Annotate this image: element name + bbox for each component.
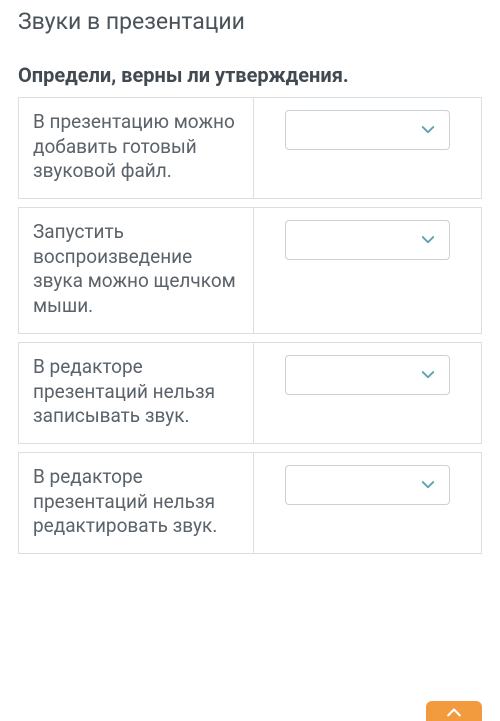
chevron-down-icon (419, 366, 437, 384)
statement-text: В редакторе презентаций нельзя редактиро… (19, 453, 254, 553)
answer-select[interactable] (285, 465, 450, 505)
answer-cell (254, 98, 481, 198)
chevron-down-icon (419, 121, 437, 139)
statement-text: В редакторе презентаций нельзя записыват… (19, 343, 254, 443)
answer-cell (254, 343, 481, 443)
answer-select[interactable] (285, 355, 450, 395)
chevron-down-icon (419, 231, 437, 249)
table-row: В редакторе презентаций нельзя записыват… (18, 342, 482, 444)
scroll-top-button[interactable] (426, 701, 482, 721)
chevron-down-icon (419, 476, 437, 494)
statement-text: В презентацию можно добавить готовый зву… (19, 98, 254, 198)
statement-list: В презентацию можно добавить готовый зву… (18, 97, 482, 554)
table-row: В редакторе презентаций нельзя редактиро… (18, 452, 482, 554)
answer-select[interactable] (285, 110, 450, 150)
instruction-text: Определи, верны ли утверждения. (18, 63, 482, 87)
answer-select[interactable] (285, 220, 450, 260)
chevron-up-icon (444, 705, 464, 719)
page-title: Звуки в презентации (18, 8, 482, 35)
answer-cell (254, 208, 481, 333)
table-row: Запустить воспроизведение звука можно ще… (18, 207, 482, 334)
answer-cell (254, 453, 481, 553)
table-row: В презентацию можно добавить готовый зву… (18, 97, 482, 199)
statement-text: Запустить воспроизведение звука можно ще… (19, 208, 254, 333)
